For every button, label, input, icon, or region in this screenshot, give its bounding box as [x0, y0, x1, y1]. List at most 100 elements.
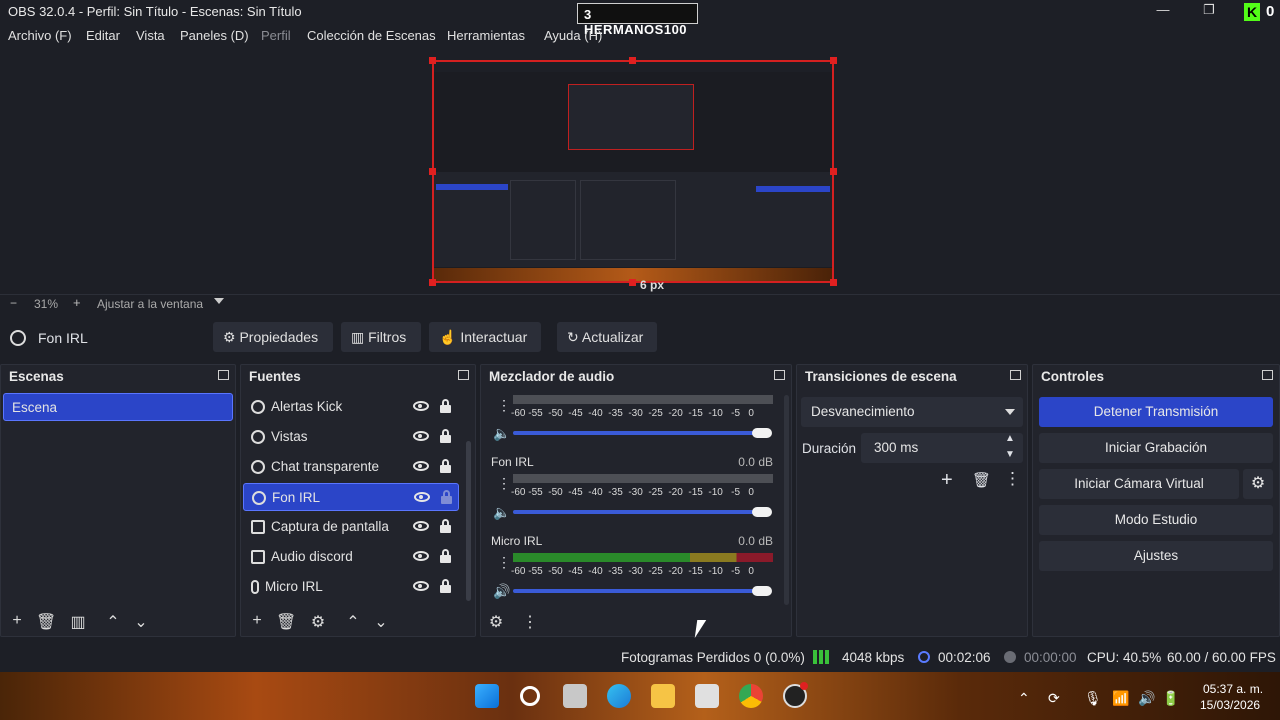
transition-select[interactable]: Desvanecimiento [801, 397, 1023, 427]
visibility-icon[interactable] [413, 431, 429, 441]
chevron-down-icon[interactable]: ⌄ [132, 612, 150, 632]
windows-start-icon[interactable] [475, 684, 499, 708]
clock-date[interactable]: 15/03/2026 [1200, 698, 1260, 712]
speaker-icon[interactable]: 🔊 [493, 583, 510, 600]
lock-icon[interactable] [440, 429, 451, 443]
wifi-icon[interactable]: 📶 [1112, 690, 1129, 707]
slider-knob[interactable] [752, 428, 772, 438]
source-item[interactable]: Audio discord [243, 543, 473, 571]
task-view-icon[interactable] [563, 684, 587, 708]
chevron-up-icon[interactable]: ⌃ [344, 612, 362, 632]
resize-handle[interactable] [429, 57, 436, 64]
volume-slider[interactable] [513, 510, 769, 514]
interact-button[interactable]: ☝ Interactuar [429, 322, 541, 352]
source-item[interactable]: Vistas [243, 423, 473, 451]
source-item[interactable]: Micro IRL [243, 573, 473, 601]
chevron-down-icon[interactable]: ⌄ [372, 612, 390, 632]
source-item[interactable]: Alertas Kick [243, 393, 473, 421]
microphone-icon[interactable]: 🎙 [1084, 690, 1102, 707]
trash-icon[interactable]: 🗑 [276, 612, 296, 632]
file-explorer-icon[interactable] [651, 684, 675, 708]
resize-handle[interactable] [429, 279, 436, 286]
virtual-camera-button[interactable]: Iniciar Cámara Virtual [1039, 469, 1239, 499]
visibility-icon[interactable] [413, 581, 429, 591]
chevron-up-icon[interactable]: ⌃ [1018, 690, 1030, 707]
volume-slider[interactable] [513, 431, 769, 435]
resize-handle[interactable] [830, 57, 837, 64]
maximize-button[interactable]: ❐ [1196, 2, 1222, 22]
menu-coleccion[interactable]: Colección de Escenas [307, 28, 436, 43]
chevron-down-icon[interactable] [214, 298, 224, 304]
trash-icon[interactable]: 🗑 [36, 612, 56, 632]
chevron-down-icon[interactable]: ▼ [1005, 449, 1015, 460]
undock-icon[interactable] [1010, 370, 1021, 380]
zoom-out-button[interactable]: − [10, 296, 17, 310]
advanced-audio-icon[interactable]: ⚙ [487, 612, 505, 632]
source-item[interactable]: Fon IRL [243, 483, 459, 511]
add-icon[interactable]: + [248, 612, 266, 630]
chevron-down-icon[interactable] [1005, 409, 1015, 415]
settings-button[interactable]: Ajustes [1039, 541, 1273, 571]
undock-icon[interactable] [458, 370, 469, 380]
muted-speaker-icon[interactable]: 🔈 [493, 425, 510, 442]
search-icon[interactable] [520, 686, 540, 706]
kebab-menu-icon[interactable]: ⋮ [1004, 469, 1021, 489]
source-item[interactable]: Chat transparente [243, 453, 473, 481]
edge-icon[interactable] [607, 684, 631, 708]
volume-slider[interactable] [513, 589, 769, 593]
zoom-in-button[interactable]: + [73, 295, 81, 310]
add-icon[interactable]: + [8, 612, 26, 630]
lock-icon[interactable] [440, 399, 451, 413]
lock-icon[interactable] [440, 579, 451, 593]
preview-canvas[interactable] [432, 60, 834, 283]
chevron-up-icon[interactable]: ⌃ [104, 612, 122, 632]
scrollbar[interactable] [784, 395, 789, 605]
filters-button[interactable]: ▥ Filtros [341, 322, 421, 352]
resize-handle[interactable] [629, 279, 636, 286]
menu-vista[interactable]: Vista [136, 28, 165, 43]
volume-icon[interactable]: 🔊 [1138, 690, 1155, 707]
trash-icon[interactable]: 🗑 [972, 471, 991, 489]
slider-knob[interactable] [752, 507, 772, 517]
visibility-icon[interactable] [413, 551, 429, 561]
minimize-button[interactable]: — [1150, 2, 1176, 22]
kebab-menu-icon[interactable]: ⋮ [521, 612, 539, 632]
visibility-icon[interactable] [413, 401, 429, 411]
visibility-icon[interactable] [413, 521, 429, 531]
store-icon[interactable] [695, 684, 719, 708]
studio-mode-button[interactable]: Modo Estudio [1039, 505, 1273, 535]
menu-ayuda[interactable]: Ayuda (H) [544, 28, 602, 43]
resize-handle[interactable] [629, 57, 636, 64]
menu-perfil[interactable]: Perfil [261, 28, 291, 43]
menu-archivo[interactable]: Archivo (F) [8, 28, 72, 43]
menu-editar[interactable]: Editar [86, 28, 120, 43]
slider-knob[interactable] [752, 586, 772, 596]
properties-button[interactable]: ⚙ Propiedades [213, 322, 333, 352]
add-icon[interactable]: + [941, 469, 953, 492]
sync-icon[interactable]: ⟳ [1048, 690, 1060, 707]
kebab-menu-icon[interactable]: ⋮ [497, 397, 511, 414]
duration-input[interactable]: 300 ms [861, 433, 1023, 463]
unlock-icon[interactable] [441, 490, 452, 504]
resize-handle[interactable] [830, 168, 837, 175]
start-recording-button[interactable]: Iniciar Grabación [1039, 433, 1273, 463]
gear-icon[interactable]: ⚙ [1243, 469, 1273, 499]
stop-stream-button[interactable]: Detener Transmisión [1039, 397, 1273, 427]
kebab-menu-icon[interactable]: ⋮ [497, 554, 511, 571]
menu-herramientas[interactable]: Herramientas [447, 28, 525, 43]
chevron-up-icon[interactable]: ▲ [1005, 433, 1015, 444]
lock-icon[interactable] [440, 459, 451, 473]
gear-icon[interactable]: ⚙ [309, 612, 327, 632]
clock-time[interactable]: 05:37 a. m. [1203, 682, 1263, 696]
refresh-button[interactable]: ↻ Actualizar [557, 322, 657, 352]
undock-icon[interactable] [774, 370, 785, 380]
muted-speaker-icon[interactable]: 🔈 [493, 504, 510, 521]
scrollbar[interactable] [466, 441, 471, 601]
resize-handle[interactable] [830, 279, 837, 286]
undock-icon[interactable] [1262, 370, 1273, 380]
filter-icon[interactable]: ▥ [69, 612, 87, 632]
menu-paneles[interactable]: Paneles (D) [180, 28, 249, 43]
fit-window-select[interactable]: Ajustar a la ventana [97, 297, 203, 311]
kebab-menu-icon[interactable]: ⋮ [497, 475, 511, 492]
lock-icon[interactable] [440, 549, 451, 563]
